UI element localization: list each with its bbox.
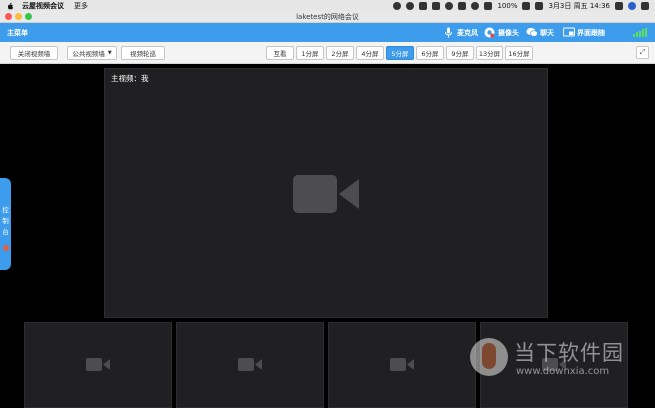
chevron-down-icon: ▼ [107, 50, 112, 56]
console-label-1: 控 [2, 206, 9, 214]
camera-label: 摄像头 [498, 28, 519, 37]
main-video-panel[interactable]: 主视频：我 [104, 68, 548, 318]
layout-9-split[interactable]: 9分屏 [446, 46, 474, 60]
video-camera-icon [86, 358, 110, 371]
video-thumbnail-1[interactable] [24, 322, 172, 408]
video-rotate-button[interactable]: 视频轮巡 [121, 46, 165, 60]
app-window: 云屋视频会议 更多 100% 3月3日 周五 14:36 laketest的网络… [0, 0, 655, 408]
watermark-text: 当下软件园 [514, 341, 624, 365]
video-camera-icon [390, 358, 414, 371]
qq-icon[interactable] [406, 1, 415, 10]
console-label-2: 制 [2, 217, 9, 225]
app-name-menu[interactable]: 云屋视频会议 [22, 1, 64, 11]
video-thumbnail-2[interactable] [176, 322, 324, 408]
follow-screen-label: 界面跟随 [577, 28, 605, 37]
screen-icon [563, 27, 575, 38]
notification-center-icon[interactable] [641, 1, 649, 10]
main-menu-button[interactable]: 主菜单 [7, 28, 28, 38]
microphone-icon [443, 27, 454, 38]
camera-button[interactable]: 摄像头 [484, 26, 519, 39]
layout-1-split[interactable]: 1分屏 [296, 46, 324, 60]
monitor-icon[interactable] [432, 1, 441, 10]
follow-screen-button[interactable]: 界面跟随 [563, 26, 605, 39]
status-tray: 100% 3月3日 周五 14:36 [393, 0, 649, 11]
layout-16-split[interactable]: 16分屏 [505, 46, 533, 60]
wifi-icon[interactable] [471, 1, 480, 10]
video-camera-icon [293, 175, 359, 213]
app-tray-icon[interactable] [419, 1, 428, 10]
input-method-icon[interactable] [535, 1, 544, 10]
video-camera-icon [238, 358, 262, 371]
more-menu[interactable]: 更多 [74, 1, 88, 11]
battery-icon[interactable] [522, 1, 531, 10]
expand-icon: ⤢ [639, 48, 646, 56]
spotlight-icon[interactable] [615, 1, 623, 10]
network-signal-icon [633, 28, 647, 37]
public-video-wall-label: 公共视频墙 [72, 50, 105, 58]
public-video-wall-dropdown[interactable]: 公共视频墙 ▼ [67, 46, 117, 60]
user-avatar-icon[interactable] [628, 1, 636, 10]
video-thumbnail-3[interactable] [328, 322, 476, 408]
apple-icon[interactable] [6, 2, 14, 10]
layout-13-split[interactable]: 13分屏 [476, 46, 503, 60]
clock-icon[interactable] [445, 1, 454, 10]
bluetooth-icon[interactable] [458, 1, 467, 10]
video-wall-controls: 关闭视频墙 公共视频墙 ▼ 视频轮巡 互看 1分屏 2分屏 4分屏 5分屏 6分… [0, 42, 655, 64]
console-drawer-tab[interactable]: 控 制 台 [0, 178, 11, 270]
fullscreen-button[interactable]: ⤢ [636, 46, 649, 59]
watermark-url: www.downxia.com [516, 366, 610, 377]
layout-2-split[interactable]: 2分屏 [326, 46, 354, 60]
layout-4-split[interactable]: 4分屏 [356, 46, 384, 60]
chat-label: 聊天 [540, 28, 554, 37]
datetime[interactable]: 3月3日 周五 14:36 [548, 1, 610, 11]
meeting-toolbar: 主菜单 麦克风 摄像头 聊天 界面跟随 [0, 23, 655, 42]
console-label-3: 台 [2, 228, 9, 236]
main-video-label: 主视频：我 [111, 74, 149, 83]
layout-6-split[interactable]: 6分屏 [416, 46, 444, 60]
console-status-icon [2, 245, 9, 251]
close-video-wall-button[interactable]: 关闭视频墙 [10, 46, 58, 60]
volume-icon[interactable] [484, 1, 493, 10]
battery-percent: 100% [497, 1, 518, 10]
window-title: laketest的网络会议 [296, 13, 359, 21]
wechat-icon[interactable] [393, 1, 402, 10]
watermark-drop-icon [482, 343, 496, 369]
layout-mutual-view[interactable]: 互看 [266, 46, 294, 60]
watermark: 当下软件园 www.downxia.com [470, 333, 655, 393]
camera-icon [484, 27, 495, 38]
window-titlebar: laketest的网络会议 [0, 11, 655, 23]
macos-menubar: 云屋视频会议 更多 100% 3月3日 周五 14:36 [0, 0, 655, 11]
layout-5-split[interactable]: 5分屏 [386, 46, 414, 60]
chat-button[interactable]: 聊天 [526, 26, 554, 39]
chat-icon [526, 27, 538, 38]
mic-label: 麦克风 [457, 28, 478, 37]
mic-button[interactable]: 麦克风 [443, 26, 478, 39]
